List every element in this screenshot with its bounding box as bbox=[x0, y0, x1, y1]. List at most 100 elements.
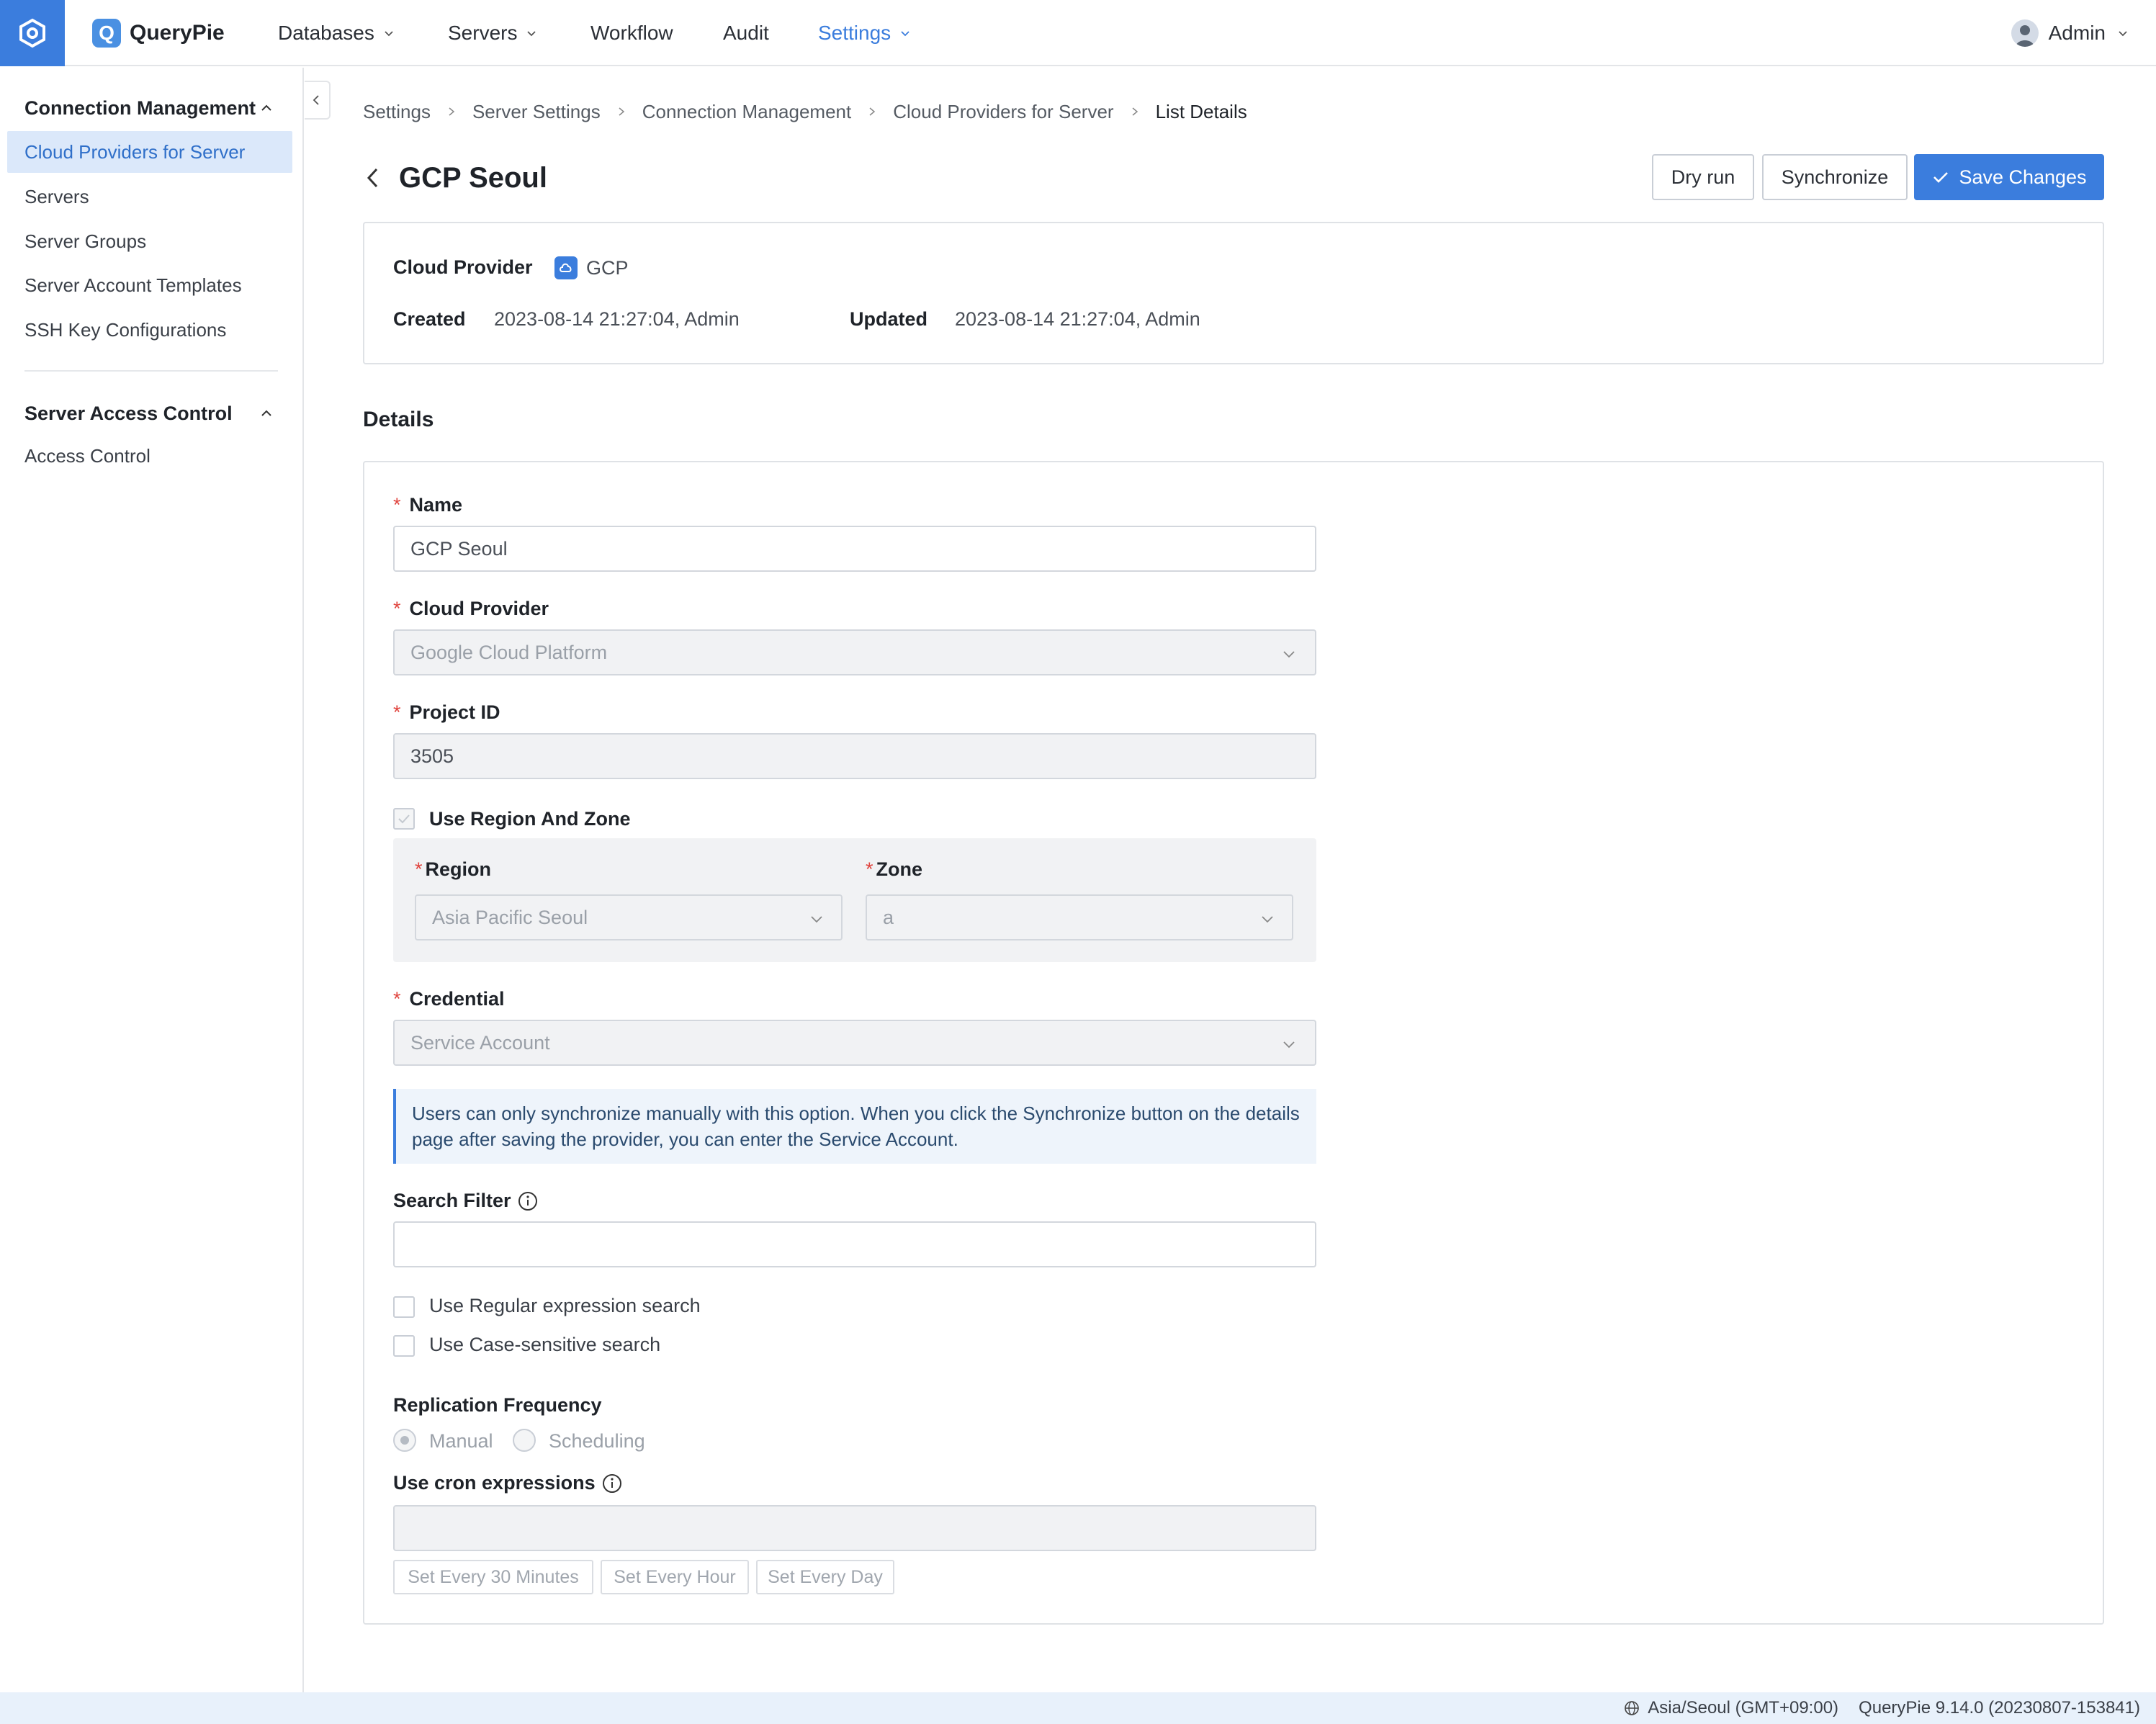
scheduling-radio[interactable] bbox=[513, 1429, 536, 1452]
sidebar-item-label: Servers bbox=[24, 185, 89, 207]
breadcrumb-item[interactable]: Server Settings bbox=[472, 101, 601, 123]
updated-value: 2023-08-14 21:27:04, Admin bbox=[955, 308, 1200, 330]
sidebar-group-title: Server Access Control bbox=[24, 402, 233, 424]
status-footer: Asia/Seoul (GMT+09:00) QueryPie 9.14.0 (… bbox=[0, 1692, 2156, 1724]
timezone-indicator[interactable]: Asia/Seoul (GMT+09:00) bbox=[1623, 1698, 1838, 1718]
project-id-input[interactable]: 3505 bbox=[393, 733, 1316, 779]
save-changes-label: Save Changes bbox=[1959, 166, 2087, 188]
provider-info-card: Cloud Provider GCP Created 2023-08-14 21… bbox=[363, 222, 2104, 364]
chevron-down-icon bbox=[1283, 651, 1295, 658]
nav-label: Audit bbox=[723, 22, 769, 44]
cloud-provider-value: GCP bbox=[554, 256, 629, 279]
synchronize-button[interactable]: Synchronize bbox=[1762, 154, 1908, 200]
sidebar: Connection Management Cloud Providers fo… bbox=[0, 68, 304, 1692]
user-menu[interactable]: Admin bbox=[2011, 16, 2130, 50]
page-title: GCP Seoul bbox=[399, 161, 547, 194]
updated-label: Updated bbox=[850, 308, 927, 330]
nav-workflow[interactable]: Workflow bbox=[590, 16, 673, 50]
preset-every-30-minutes-button[interactable]: Set Every 30 Minutes bbox=[393, 1560, 593, 1594]
version-text: QueryPie 9.14.0 (20230807-153841) bbox=[1859, 1698, 2140, 1718]
sidebar-divider bbox=[24, 370, 278, 372]
sidebar-item-server-account-templates[interactable]: Server Account Templates bbox=[7, 264, 292, 306]
info-icon[interactable] bbox=[517, 1190, 539, 1212]
cron-label: Use cron expressions bbox=[393, 1472, 623, 1494]
manual-radio[interactable] bbox=[393, 1429, 416, 1452]
chevron-down-icon bbox=[901, 31, 909, 37]
cron-input[interactable] bbox=[393, 1505, 1316, 1551]
brand[interactable]: Q QueryPie bbox=[92, 16, 225, 50]
chevron-right-icon bbox=[869, 107, 876, 116]
chevron-up-icon bbox=[261, 104, 271, 111]
cloud-provider-label: Cloud Provider bbox=[393, 256, 533, 278]
user-name: Admin bbox=[2048, 22, 2106, 44]
dry-run-button[interactable]: Dry run bbox=[1652, 154, 1754, 200]
cloud-icon bbox=[554, 256, 578, 279]
credential-select[interactable]: Service Account bbox=[393, 1020, 1316, 1066]
search-filter-label: Search Filter bbox=[393, 1190, 539, 1212]
breadcrumb-current: List Details bbox=[1155, 100, 1247, 122]
check-icon bbox=[1933, 172, 1949, 183]
cloud-provider-select[interactable]: Google Cloud Platform bbox=[393, 629, 1316, 675]
region-label: * Region bbox=[415, 858, 492, 880]
required-marker: * bbox=[393, 598, 401, 619]
save-changes-button[interactable]: Save Changes bbox=[1914, 154, 2104, 200]
nav-label: Databases bbox=[278, 22, 374, 44]
replication-frequency-label: Replication Frequency bbox=[393, 1394, 602, 1417]
sidebar-item-access-control[interactable]: Access Control bbox=[7, 435, 292, 477]
sidebar-group-connection-management[interactable]: Connection Management bbox=[24, 94, 275, 122]
required-marker: * bbox=[393, 701, 401, 723]
project-id-value: 3505 bbox=[410, 745, 454, 767]
breadcrumb-item[interactable]: Connection Management bbox=[642, 101, 852, 123]
zone-value: a bbox=[883, 906, 894, 928]
info-icon[interactable] bbox=[601, 1473, 623, 1494]
credential-label-text: Credential bbox=[409, 988, 505, 1010]
search-filter-input[interactable] bbox=[393, 1221, 1316, 1267]
name-label-text: Name bbox=[409, 494, 463, 516]
sidebar-item-label: Server Account Templates bbox=[24, 274, 242, 296]
chevron-down-icon bbox=[1283, 1041, 1295, 1049]
sidebar-item-ssh-key-configurations[interactable]: SSH Key Configurations bbox=[7, 309, 292, 351]
cloud-provider-field-label-text: Cloud Provider bbox=[409, 598, 549, 619]
nav-settings[interactable]: Settings bbox=[818, 16, 912, 50]
sidebar-collapse-button[interactable] bbox=[305, 81, 331, 120]
sync-notice: Users can only synchronize manually with… bbox=[393, 1089, 1316, 1164]
nav-label: Workflow bbox=[590, 22, 673, 44]
preset-every-day-button[interactable]: Set Every Day bbox=[756, 1560, 894, 1594]
region-select[interactable]: Asia Pacific Seoul bbox=[415, 894, 843, 940]
created-value: 2023-08-14 21:27:04, Admin bbox=[494, 308, 740, 330]
sidebar-item-server-groups[interactable]: Server Groups bbox=[7, 220, 292, 262]
nav-servers[interactable]: Servers bbox=[448, 16, 539, 50]
case-sensitive-checkbox[interactable] bbox=[393, 1335, 415, 1357]
sidebar-item-label: Server Groups bbox=[24, 230, 147, 252]
chevron-left-icon bbox=[313, 95, 319, 105]
brand-name: QueryPie bbox=[130, 21, 225, 45]
nav-audit[interactable]: Audit bbox=[723, 16, 769, 50]
back-arrow-icon[interactable] bbox=[363, 166, 383, 190]
region-value: Asia Pacific Seoul bbox=[432, 906, 588, 928]
nav-label: Settings bbox=[818, 22, 891, 44]
sidebar-item-label: Access Control bbox=[24, 444, 151, 467]
sidebar-item-cloud-providers[interactable]: Cloud Providers for Server bbox=[7, 131, 292, 173]
sidebar-item-servers[interactable]: Servers bbox=[7, 176, 292, 217]
name-input[interactable]: GCP Seoul bbox=[393, 526, 1316, 572]
breadcrumb-item[interactable]: Cloud Providers for Server bbox=[893, 101, 1113, 123]
required-marker: * bbox=[393, 494, 401, 516]
created-label: Created bbox=[393, 308, 466, 330]
regex-search-checkbox[interactable] bbox=[393, 1296, 415, 1318]
use-region-zone-checkbox[interactable] bbox=[393, 808, 415, 830]
sidebar-group-server-access-control[interactable]: Server Access Control bbox=[24, 399, 275, 428]
querypie-logo-icon: Q bbox=[92, 19, 121, 48]
case-sensitive-label: Use Case-sensitive search bbox=[429, 1334, 661, 1355]
chevron-down-icon bbox=[2119, 31, 2127, 37]
breadcrumb-item[interactable]: Settings bbox=[363, 101, 431, 123]
preset-every-hour-button[interactable]: Set Every Hour bbox=[601, 1560, 749, 1594]
sidebar-group-title: Connection Management bbox=[24, 96, 256, 119]
nav-databases[interactable]: Databases bbox=[278, 16, 396, 50]
zone-select[interactable]: a bbox=[866, 894, 1293, 940]
search-filter-label-text: Search Filter bbox=[393, 1190, 511, 1211]
timezone-text: Asia/Seoul (GMT+09:00) bbox=[1648, 1698, 1839, 1718]
chevron-down-icon bbox=[385, 31, 393, 37]
regex-search-label: Use Regular expression search bbox=[429, 1295, 701, 1316]
app-logo-icon[interactable] bbox=[0, 0, 65, 66]
chevron-right-icon bbox=[619, 107, 624, 116]
